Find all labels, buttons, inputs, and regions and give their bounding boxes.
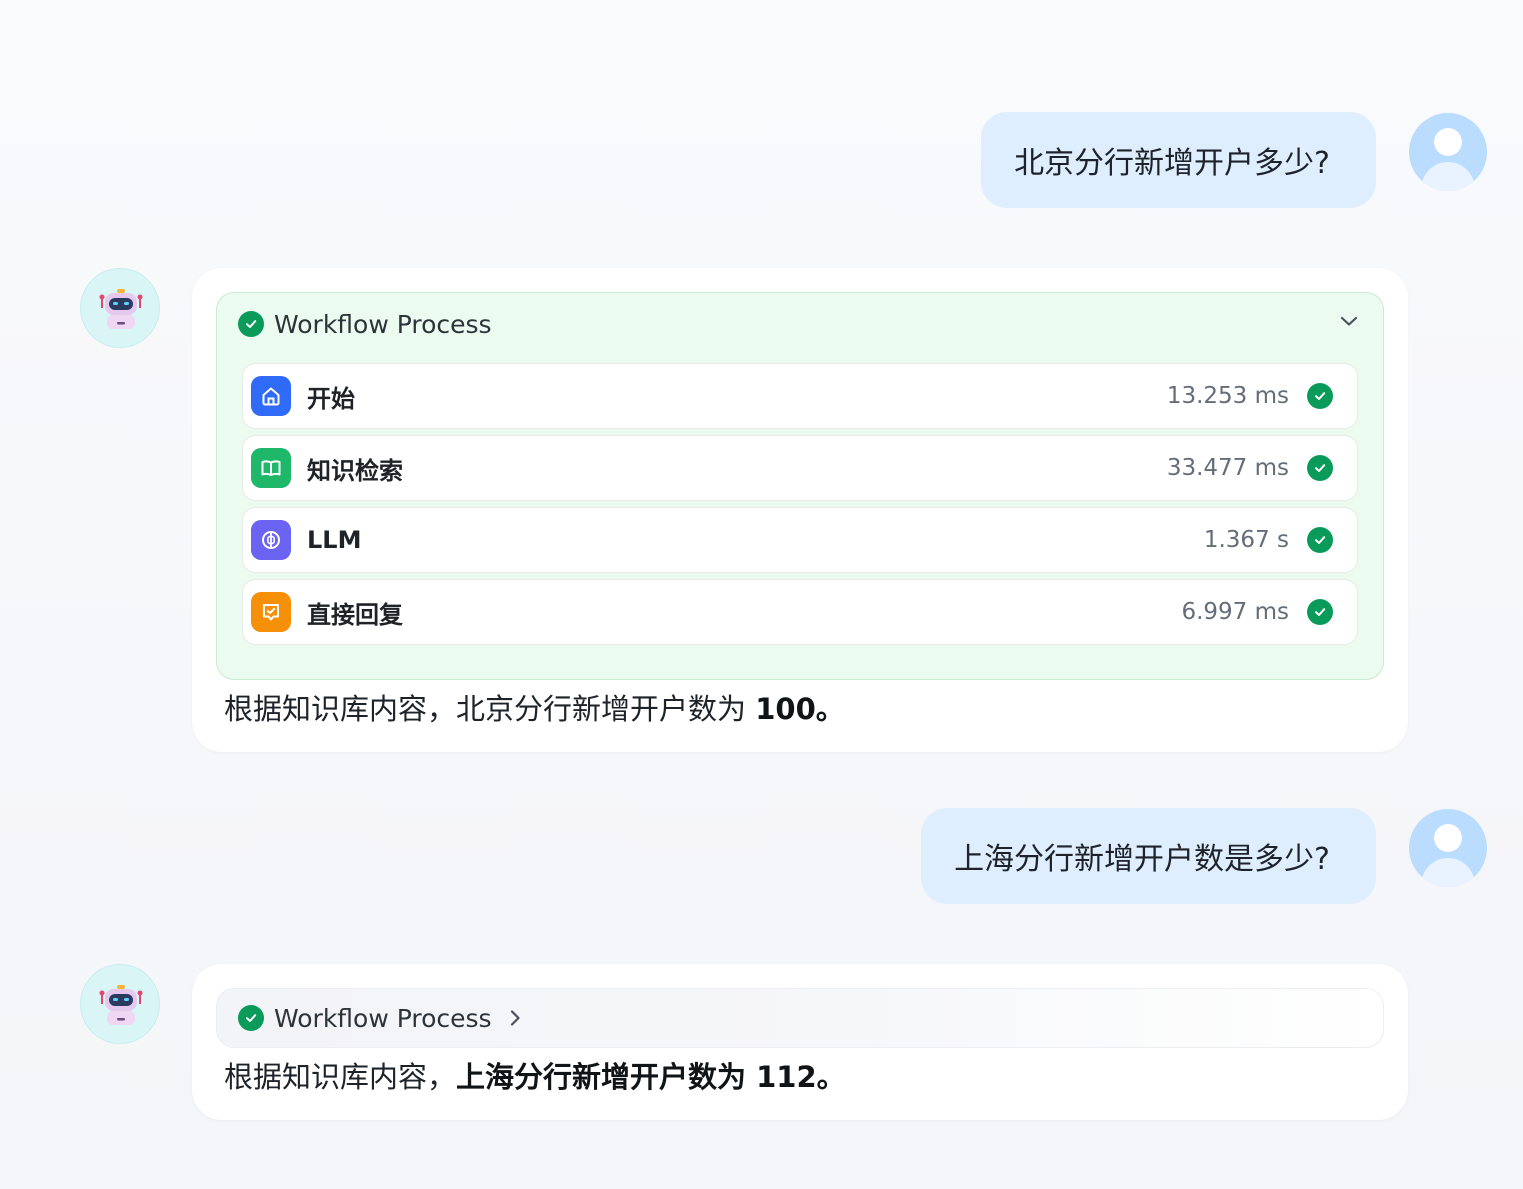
answer-text: 根据知识库内容， — [224, 1060, 457, 1094]
check-circle-icon — [1307, 455, 1333, 481]
workflow-step-start[interactable]: 开始 13.253 ms — [242, 363, 1358, 429]
check-circle-icon — [238, 1005, 264, 1031]
reply-icon — [251, 592, 291, 632]
robot-icon — [99, 289, 143, 329]
answer-bold-text: 上海分行新增开户数为 112。 — [456, 1060, 846, 1094]
step-time: 1.367 s — [1203, 527, 1289, 553]
check-circle-icon — [1307, 599, 1333, 625]
home-icon — [251, 376, 291, 416]
workflow-header[interactable]: Workflow Process — [238, 308, 492, 340]
assistant-message-card: Workflow Process 开始 13.253 ms 知识检索 33.47… — [192, 268, 1408, 752]
assistant-answer: 根据知识库内容，上海分行新增开户数为 112。 — [224, 1054, 846, 1096]
user-avatar — [1409, 113, 1487, 191]
check-circle-icon — [238, 311, 264, 337]
chevron-right-icon[interactable] — [508, 1008, 522, 1028]
workflow-panel: Workflow Process 开始 13.253 ms 知识检索 33.47… — [216, 292, 1384, 680]
assistant-answer: 根据知识库内容，北京分行新增开户数为 100。 — [224, 686, 845, 728]
user-avatar — [1409, 809, 1487, 887]
assistant-message-card: Workflow Process 根据知识库内容，上海分行新增开户数为 112。 — [192, 964, 1408, 1120]
check-circle-icon — [1307, 527, 1333, 553]
check-circle-icon — [1307, 383, 1333, 409]
user-avatar-head — [1434, 128, 1462, 156]
workflow-collapsed-header[interactable]: Workflow Process — [216, 988, 1384, 1048]
bot-avatar — [80, 268, 160, 348]
workflow-step-knowledge-retrieval[interactable]: 知识检索 33.477 ms — [242, 435, 1358, 501]
user-message: 上海分行新增开户数是多少? — [921, 808, 1487, 904]
user-message: 北京分行新增开户多少? — [981, 112, 1487, 208]
step-name: 直接回复 — [307, 600, 403, 629]
step-name: 开始 — [307, 384, 355, 413]
workflow-steps: 开始 13.253 ms 知识检索 33.477 ms LLM 1.367 s … — [242, 363, 1358, 651]
step-time: 6.997 ms — [1181, 599, 1289, 625]
workflow-step-llm[interactable]: LLM 1.367 s — [242, 507, 1358, 573]
workflow-title: Workflow Process — [274, 309, 492, 339]
user-avatar-head — [1434, 824, 1462, 852]
answer-text: 根据知识库内容，北京分行新增开户数为 — [224, 692, 756, 726]
step-name: LLM — [307, 526, 362, 554]
step-name: 知识检索 — [307, 456, 403, 485]
workflow-title: Workflow Process — [274, 1003, 492, 1033]
llm-brain-icon — [251, 520, 291, 560]
answer-bold-text: 100。 — [755, 692, 845, 726]
bot-avatar — [80, 964, 160, 1044]
step-time: 13.253 ms — [1166, 383, 1289, 409]
robot-icon — [99, 985, 143, 1025]
user-message-bubble: 上海分行新增开户数是多少? — [921, 808, 1376, 904]
user-avatar-shoulders — [1421, 858, 1475, 887]
chevron-down-icon[interactable] — [1339, 313, 1359, 332]
user-message-bubble: 北京分行新增开户多少? — [981, 112, 1376, 208]
step-time: 33.477 ms — [1166, 455, 1289, 481]
book-icon — [251, 448, 291, 488]
user-avatar-shoulders — [1421, 162, 1475, 191]
workflow-step-direct-reply[interactable]: 直接回复 6.997 ms — [242, 579, 1358, 645]
